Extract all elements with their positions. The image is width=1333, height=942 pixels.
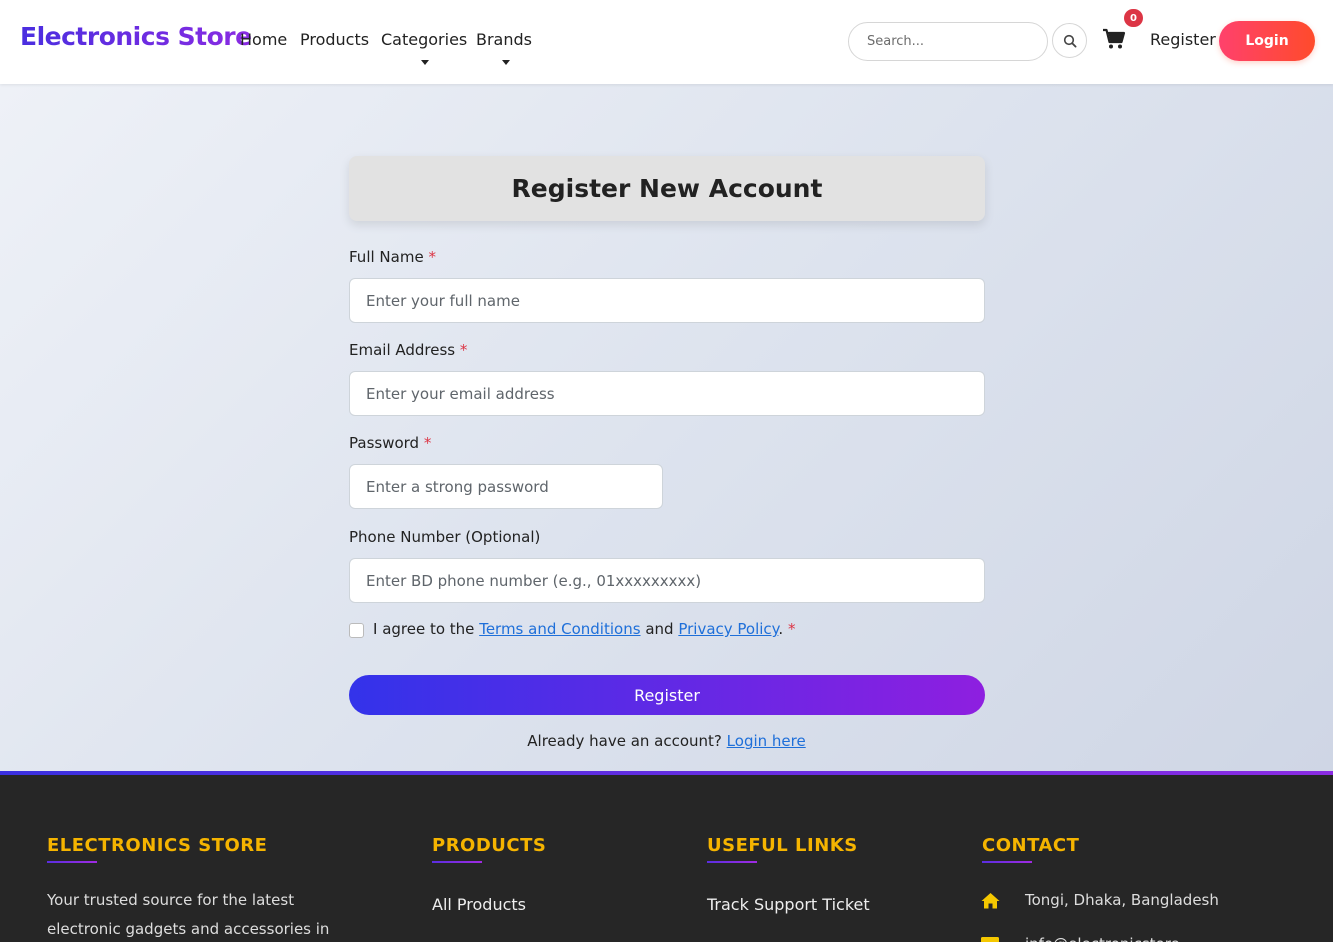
required-mark: * <box>428 248 436 266</box>
heading-underline <box>47 861 97 863</box>
footer-link-track-ticket[interactable]: Track Support Ticket <box>707 895 870 914</box>
terms-link[interactable]: Terms and Conditions <box>479 620 640 638</box>
email-input[interactable] <box>349 371 985 416</box>
nav-home[interactable]: Home <box>240 30 287 49</box>
heading-underline <box>432 861 482 863</box>
footer-contact-email: info@electronicstore <box>1025 930 1180 942</box>
footer-link-all-products[interactable]: All Products <box>432 895 526 914</box>
cart-count-badge: 0 <box>1124 9 1143 27</box>
navbar: Electronics Store Home Products Categori… <box>0 0 1333 84</box>
have-account-text: Already have an account? Login here <box>527 732 806 750</box>
register-submit-button[interactable]: Register <box>349 675 985 715</box>
email-label: Email Address * <box>349 341 468 359</box>
footer-heading-contact: CONTACT <box>982 835 1080 856</box>
nav-products[interactable]: Products <box>300 30 369 49</box>
footer-heading-about: ELECTRONICS STORE <box>47 835 268 856</box>
footer-contact-address: Tongi, Dhaka, Bangladesh <box>1025 891 1219 909</box>
privacy-link[interactable]: Privacy Policy <box>678 620 778 638</box>
heading-underline <box>707 861 757 863</box>
home-icon <box>981 893 1000 909</box>
register-link[interactable]: Register <box>1150 30 1216 49</box>
password-label: Password * <box>349 434 432 452</box>
phone-input[interactable] <box>349 558 985 603</box>
required-mark: * <box>459 341 468 359</box>
full-name-label: Full Name * <box>349 248 436 266</box>
envelope-icon <box>981 937 999 942</box>
caret-down-icon <box>502 60 510 65</box>
nav-categories[interactable]: Categories <box>381 30 467 49</box>
register-section: Register New Account Full Name * Email A… <box>0 84 1333 771</box>
page-title: Register New Account <box>511 174 823 203</box>
form-title-box: Register New Account <box>349 156 985 221</box>
search-button[interactable] <box>1052 23 1087 58</box>
footer-about-text: Your trusted source for the latest elect… <box>47 891 330 938</box>
heading-underline <box>982 861 1032 863</box>
footer-heading-products: PRODUCTS <box>432 835 547 856</box>
footer-heading-useful-links: USEFUL LINKS <box>707 835 858 856</box>
required-mark: * <box>423 434 432 452</box>
required-mark: * <box>787 620 796 638</box>
brand-logo[interactable]: Electronics Store <box>20 22 252 51</box>
nav-brands[interactable]: Brands <box>476 30 532 49</box>
cart-icon[interactable] <box>1102 28 1126 50</box>
password-input[interactable] <box>349 464 663 509</box>
login-here-link[interactable]: Login here <box>727 732 806 750</box>
footer: ELECTRONICS STORE Your trusted source fo… <box>0 775 1333 942</box>
search-icon <box>1063 34 1077 48</box>
search-input[interactable] <box>848 22 1048 61</box>
terms-checkbox[interactable] <box>349 623 364 638</box>
login-button[interactable]: Login <box>1219 21 1315 61</box>
terms-agreement-text: I agree to the Terms and Conditions and … <box>373 620 796 638</box>
caret-down-icon <box>421 60 429 65</box>
full-name-input[interactable] <box>349 278 985 323</box>
phone-label: Phone Number (Optional) <box>349 528 541 546</box>
